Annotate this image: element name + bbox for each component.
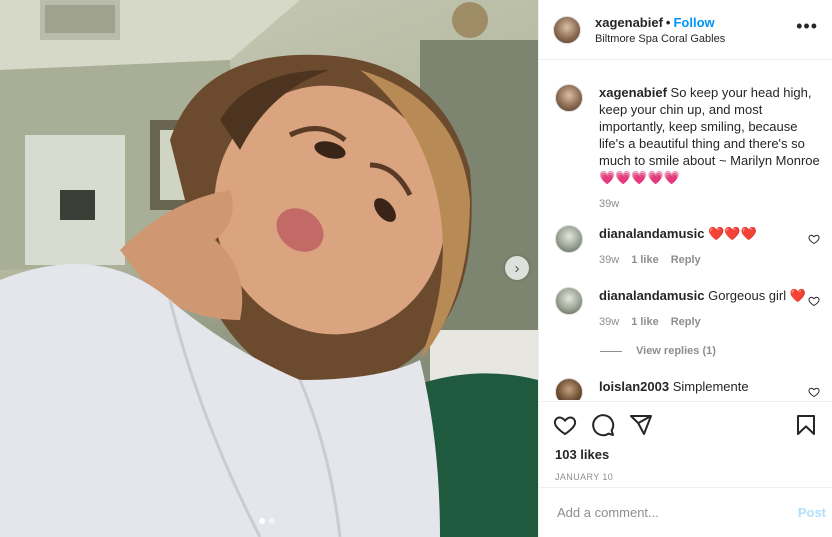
separator-dot: • [665,14,671,30]
chevron-right-icon: › [514,259,520,277]
comment-heart-icon[interactable] [808,386,820,398]
add-comment-bar: Post [539,487,832,537]
comment-meta: 39w 1 like Reply [599,252,822,269]
view-replies-button[interactable]: View replies (1) [600,345,716,357]
comment-item: dianalandamusic Gorgeous girl ❤️ 39w 1 l… [555,287,822,331]
action-bar: 103 likes JANUARY 10 [539,401,832,482]
comment-body: loislan2003 Simplemente [599,378,822,400]
avatar[interactable] [555,84,583,112]
comment-item: loislan2003 Simplemente [555,378,822,400]
comment-likes[interactable]: 1 like [631,252,659,269]
carousel-dot-active [259,518,265,524]
view-replies-label: View replies (1) [636,345,716,357]
post-modal: › xagenabief • Follow Biltmore Spa Coral G… [0,0,832,537]
bookmark-icon[interactable] [794,413,818,437]
reply-button[interactable]: Reply [671,252,701,269]
follow-button[interactable]: Follow [673,15,714,30]
comment-meta: 39w 1 like Reply [599,314,822,331]
comment-time[interactable]: 39w [599,252,619,269]
action-icons [539,402,832,437]
carousel-indicator [259,518,275,524]
post-header: xagenabief • Follow Biltmore Spa Coral Gab… [539,0,832,60]
comments-list[interactable]: xagenabief So keep your head high, keep … [539,60,832,400]
carousel-next-button[interactable]: › [505,256,529,280]
header-top-line: xagenabief • Follow [595,15,796,30]
header-text: xagenabief • Follow Biltmore Spa Coral Gab… [595,15,796,45]
share-icon[interactable] [629,413,653,437]
post-comment-button[interactable]: Post [798,505,826,520]
post-photo[interactable]: › [0,0,538,537]
caption-username[interactable]: xagenabief [599,85,667,100]
avatar[interactable] [553,15,581,44]
comment-time[interactable]: 39w [599,314,619,331]
comment-input[interactable] [555,504,798,521]
caption-body: xagenabief So keep your head high, keep … [599,84,822,213]
location-link[interactable]: Biltmore Spa Coral Gables [595,33,796,45]
carousel-dot [269,518,275,524]
photo-illustration [0,0,538,537]
comment-username[interactable]: loislan2003 [599,379,669,394]
caption-meta: 39w [599,196,822,213]
comment-text: Gorgeous girl ❤️ [708,288,806,303]
comment-heart-icon[interactable] [808,295,820,307]
comment-icon[interactable] [591,413,615,437]
comment-text: Simplemente [672,379,749,394]
comment-likes[interactable]: 1 like [631,314,659,331]
comment-item: dianalandamusic ❤️❤️❤️ 39w 1 like Reply [555,225,822,269]
avatar[interactable] [555,225,583,253]
caption-text: So keep your head high, keep your chin u… [599,85,820,185]
comment-body: dianalandamusic Gorgeous girl ❤️ 39w 1 l… [599,287,822,331]
post-date[interactable]: JANUARY 10 [539,462,832,482]
comment-heart-icon[interactable] [808,233,820,245]
reply-button[interactable]: Reply [671,314,701,331]
post-sidebar: xagenabief • Follow Biltmore Spa Coral Gab… [538,0,832,537]
heart-icon[interactable] [553,413,577,437]
caption-time[interactable]: 39w [599,196,619,213]
comment-body: dianalandamusic ❤️❤️❤️ 39w 1 like Reply [599,225,822,269]
author-username[interactable]: xagenabief [595,15,663,30]
replies-line [600,350,622,352]
likes-count[interactable]: 103 likes [539,437,832,462]
more-options-icon[interactable]: ••• [796,17,818,39]
comment-username[interactable]: dianalandamusic [599,288,704,303]
avatar[interactable] [555,378,583,400]
avatar[interactable] [555,287,583,315]
comment-text: ❤️❤️❤️ [708,226,757,241]
caption: xagenabief So keep your head high, keep … [555,84,822,213]
comment-username[interactable]: dianalandamusic [599,226,704,241]
